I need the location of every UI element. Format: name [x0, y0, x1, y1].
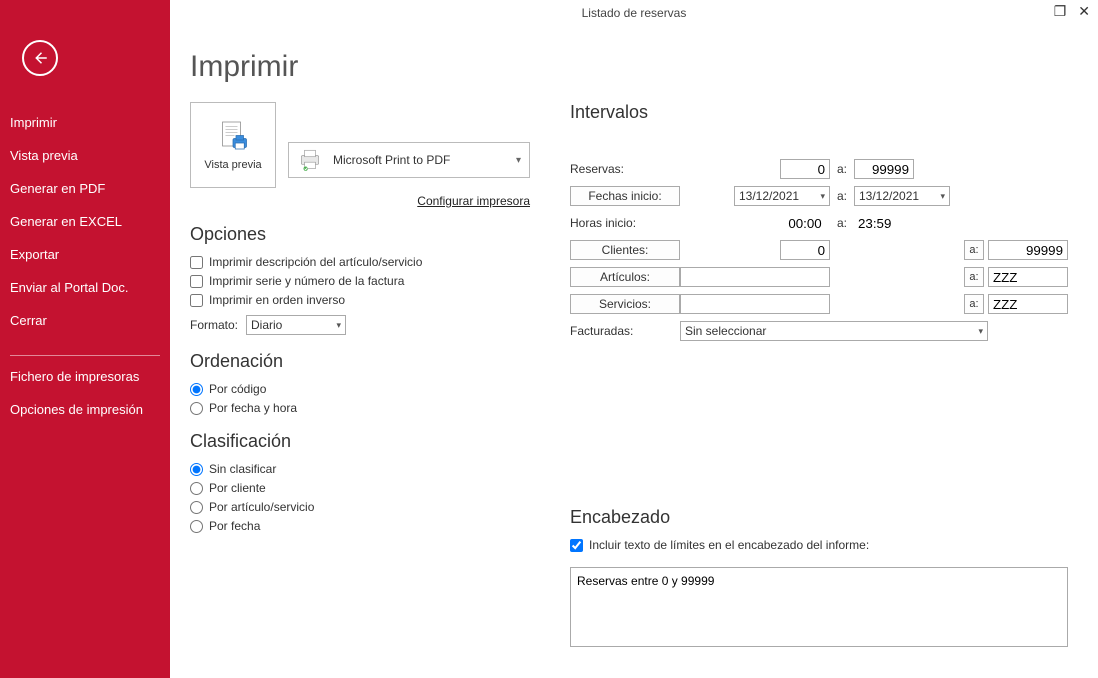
clasificacion-heading: Clasificación	[190, 431, 530, 452]
sidebar: Imprimir Vista previa Generar en PDF Gen…	[0, 0, 170, 678]
chk-incluir-limites[interactable]: Incluir texto de límites en el encabezad…	[570, 538, 1068, 552]
radio-por-cliente-label: Por cliente	[209, 481, 266, 495]
radio-sin-clasificar-label: Sin clasificar	[209, 462, 276, 476]
vista-previa-label: Vista previa	[204, 159, 261, 171]
radio-por-fecha-input[interactable]	[190, 520, 203, 533]
a-button[interactable]: a:	[964, 294, 984, 314]
clientes-to-input[interactable]	[988, 240, 1068, 260]
sidebar-item-fichero-impresoras[interactable]: Fichero de impresoras	[0, 360, 170, 393]
chk-serie-factura-input[interactable]	[190, 275, 203, 288]
titlebar: Listado de reservas ❐ ✕	[170, 0, 1098, 28]
articulos-to-input[interactable]	[988, 267, 1068, 287]
clientes-button[interactable]: Clientes:	[570, 240, 680, 260]
horas-label: Horas inicio:	[570, 216, 680, 230]
opciones-heading: Opciones	[190, 224, 530, 245]
chk-orden-inverso[interactable]: Imprimir en orden inverso	[190, 293, 530, 307]
chevron-down-icon: ▾	[934, 191, 945, 202]
formato-value: Diario	[251, 318, 282, 332]
main-panel: Listado de reservas ❐ ✕ Imprimir	[170, 0, 1098, 678]
fecha-from-value: 13/12/2021	[739, 189, 799, 203]
facturadas-combo[interactable]: Sin seleccionar ▾	[680, 321, 988, 341]
fecha-to-combo[interactable]: 13/12/2021 ▾	[854, 186, 950, 206]
window-title: Listado de reservas	[582, 6, 687, 20]
servicios-to-input[interactable]	[988, 294, 1068, 314]
radio-por-fecha-hora-input[interactable]	[190, 402, 203, 415]
radio-por-articulo-input[interactable]	[190, 501, 203, 514]
a-button[interactable]: a:	[964, 240, 984, 260]
sidebar-item-generar-excel[interactable]: Generar en EXCEL	[0, 205, 170, 238]
chk-descripcion-label: Imprimir descripción del artículo/servic…	[209, 255, 422, 269]
chevron-down-icon: ▾	[330, 320, 341, 331]
chk-serie-factura-label: Imprimir serie y número de la factura	[209, 274, 404, 288]
radio-por-fecha-label: Por fecha	[209, 519, 260, 533]
radio-por-codigo-label: Por código	[209, 382, 266, 396]
articulos-from-input[interactable]	[680, 267, 830, 287]
radio-por-articulo-label: Por artículo/servicio	[209, 500, 314, 514]
maximize-icon[interactable]: ❐	[1054, 4, 1067, 18]
document-preview-icon	[215, 119, 251, 155]
sidebar-item-generar-pdf[interactable]: Generar en PDF	[0, 172, 170, 205]
printer-selector[interactable]: Microsoft Print to PDF ▾	[288, 142, 530, 178]
servicios-button[interactable]: Servicios:	[570, 294, 680, 314]
sidebar-item-opciones-impresion[interactable]: Opciones de impresión	[0, 393, 170, 426]
facturadas-value: Sin seleccionar	[685, 324, 766, 338]
articulos-button[interactable]: Artículos:	[570, 267, 680, 287]
arrow-left-icon	[31, 49, 49, 67]
chevron-down-icon: ▾	[516, 155, 521, 166]
sidebar-item-cerrar[interactable]: Cerrar	[0, 304, 170, 337]
radio-por-cliente-input[interactable]	[190, 482, 203, 495]
sidebar-item-enviar-portal[interactable]: Enviar al Portal Doc.	[0, 271, 170, 304]
formato-combo[interactable]: Diario ▾	[246, 315, 346, 335]
reservas-label: Reservas:	[570, 162, 680, 176]
radio-por-codigo[interactable]: Por código	[190, 382, 530, 396]
chk-serie-factura[interactable]: Imprimir serie y número de la factura	[190, 274, 530, 288]
sidebar-item-exportar[interactable]: Exportar	[0, 238, 170, 271]
reservas-to-input[interactable]	[854, 159, 914, 179]
chevron-down-icon: ▾	[814, 191, 825, 202]
page-title: Imprimir	[190, 50, 1068, 84]
a-label: a:	[830, 189, 854, 203]
radio-por-fecha[interactable]: Por fecha	[190, 519, 530, 533]
formato-label: Formato:	[190, 318, 238, 332]
chk-incluir-limites-label: Incluir texto de límites en el encabezad…	[589, 538, 869, 552]
radio-por-cliente[interactable]: Por cliente	[190, 481, 530, 495]
fecha-to-value: 13/12/2021	[859, 189, 919, 203]
hora-to-input[interactable]	[854, 213, 904, 233]
radio-sin-clasificar-input[interactable]	[190, 463, 203, 476]
close-icon[interactable]: ✕	[1078, 4, 1090, 18]
chk-descripcion-input[interactable]	[190, 256, 203, 269]
a-button[interactable]: a:	[964, 267, 984, 287]
radio-por-fecha-hora-label: Por fecha y hora	[209, 401, 297, 415]
printer-name: Microsoft Print to PDF	[333, 153, 450, 167]
vista-previa-button[interactable]: Vista previa	[190, 102, 276, 188]
back-button[interactable]	[22, 40, 58, 76]
chk-orden-inverso-label: Imprimir en orden inverso	[209, 293, 345, 307]
encabezado-heading: Encabezado	[570, 507, 1068, 528]
chk-incluir-limites-input[interactable]	[570, 539, 583, 552]
sidebar-item-imprimir[interactable]: Imprimir	[0, 106, 170, 139]
intervalos-heading: Intervalos	[570, 102, 1068, 123]
reservas-from-input[interactable]	[780, 159, 830, 179]
fecha-from-combo[interactable]: 13/12/2021 ▾	[734, 186, 830, 206]
printer-icon	[297, 145, 323, 175]
radio-por-codigo-input[interactable]	[190, 383, 203, 396]
hora-from-input[interactable]	[780, 213, 830, 233]
chk-orden-inverso-input[interactable]	[190, 294, 203, 307]
servicios-from-input[interactable]	[680, 294, 830, 314]
fechas-inicio-button[interactable]: Fechas inicio:	[570, 186, 680, 206]
chk-descripcion[interactable]: Imprimir descripción del artículo/servic…	[190, 255, 530, 269]
encabezado-textarea[interactable]	[570, 567, 1068, 647]
clientes-from-input[interactable]	[780, 240, 830, 260]
radio-sin-clasificar[interactable]: Sin clasificar	[190, 462, 530, 476]
facturadas-label: Facturadas:	[570, 324, 680, 338]
a-label: a:	[830, 216, 854, 230]
chevron-down-icon: ▾	[972, 326, 983, 337]
configurar-impresora-link[interactable]: Configurar impresora	[190, 194, 530, 208]
ordenacion-heading: Ordenación	[190, 351, 530, 372]
sidebar-item-vista-previa[interactable]: Vista previa	[0, 139, 170, 172]
radio-por-articulo[interactable]: Por artículo/servicio	[190, 500, 530, 514]
sidebar-divider	[10, 355, 160, 356]
radio-por-fecha-hora[interactable]: Por fecha y hora	[190, 401, 530, 415]
a-label: a:	[830, 162, 854, 176]
